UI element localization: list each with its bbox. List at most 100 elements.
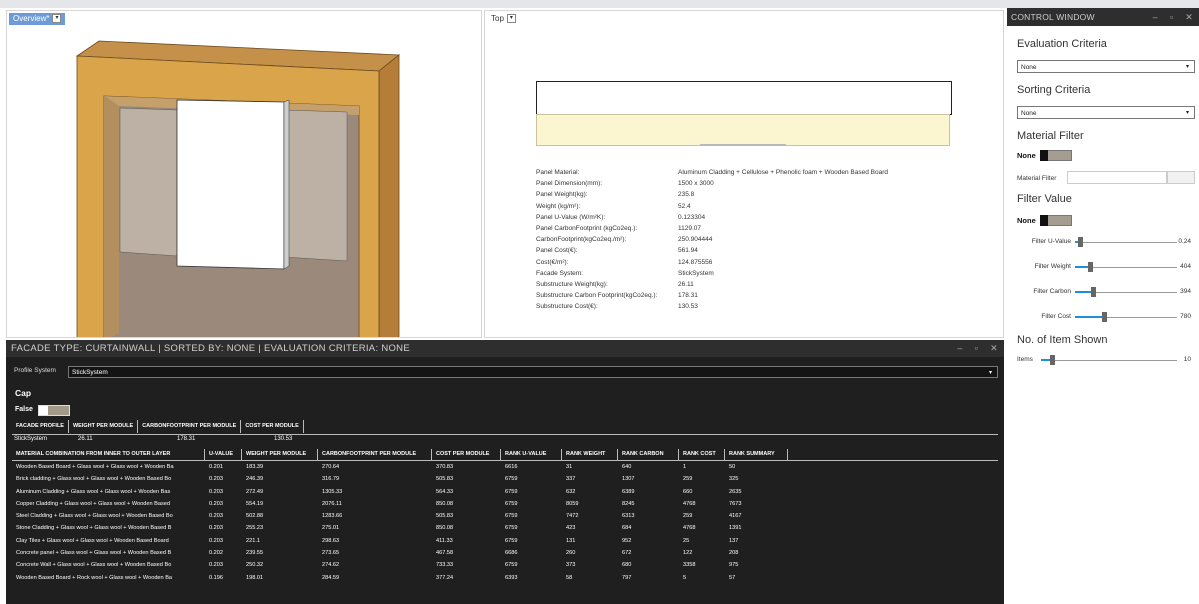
slider-thumb[interactable] [1078,237,1084,247]
sorting-criteria-label: Sorting Criteria [1017,84,1091,96]
table-cell: 31 [566,464,573,470]
table-cell: 137 [729,537,739,544]
material-filter-toggle-label: None [1017,151,1036,160]
table-cell: 6759 [505,525,518,532]
table-cell: 4768 [683,525,696,532]
divider [431,449,432,460]
property-row: Panel Material: Aluminum Cladding + Cellu… [536,169,888,176]
close-icon[interactable]: ✕ [1185,12,1193,22]
table-cell: 6686 [505,550,518,557]
column-header[interactable]: RANK WEIGHT [566,449,605,460]
top-view-insulation-layer [536,114,950,146]
table-cell: 50 [729,464,736,470]
property-row: Panel Weight(kg): 235.8 [536,191,695,199]
table-cell: 554.19 [246,500,264,507]
column-header[interactable]: RANK SUMMARY [729,449,775,460]
table-cell: 298.63 [322,537,340,544]
minimize-icon[interactable]: – [1153,12,1158,22]
table-cell: Clay Tiles + Glass wool + Glass wool + W… [16,537,169,544]
table-cell: 0.203 [209,525,223,532]
panel-properties: Panel Material: Aluminum Cladding + Cellu… [536,169,996,314]
slider-thumb[interactable] [1091,287,1097,297]
table-cell: 131 [566,537,576,544]
table-cell: 316.79 [322,476,340,483]
table-cell: 8059 [566,500,579,507]
table-cell: Brick cladding + Glass wool + Glass wool… [16,476,172,483]
top-viewport[interactable]: Top ▾ Panel Material: Aluminum Cladding + … [484,10,1004,338]
table-cell: 274.62 [322,562,340,569]
divider [12,434,998,435]
column-header[interactable]: WEIGHT PER MODULE [246,449,306,460]
filter-weight-slider[interactable]: Filter Weight 404 [1007,260,1199,274]
table-cell: 1283.66 [322,513,343,520]
table-cell: 4768 [683,500,696,507]
material-filter-input[interactable] [1067,171,1167,184]
table-cell: 255.23 [246,525,264,532]
slider-track[interactable] [1075,242,1177,243]
table-cell: 0.203 [209,488,223,495]
slider-thumb[interactable] [1101,312,1107,322]
table-cell: 58 [566,574,573,581]
profile-cell: 130.53 [274,436,293,442]
column-header[interactable]: CARBONFOOTPRINT PER MODULE [322,449,416,460]
items-shown-slider[interactable]: Items 10 [1007,353,1199,367]
column-header[interactable]: MATERIAL COMBINATION FROM INNER TO OUTER… [16,449,170,460]
control-window: CONTROL WINDOW – ▫ ✕ Evaluation Criteria N… [1007,8,1199,604]
table-cell: 411.33 [436,537,453,544]
filter-u-value-slider[interactable]: Filter U-Value 0.24 [1007,235,1199,249]
divider [241,449,242,460]
cap-toggle[interactable] [38,405,70,416]
filter-carbon-slider[interactable]: Filter Carbon 394 [1007,285,1199,299]
evaluation-criteria-select[interactable]: None ▾ [1017,60,1195,73]
table-cell: 733.33 [436,562,454,569]
filter-value-toggle[interactable] [1040,215,1072,226]
slider-thumb[interactable] [1049,355,1055,365]
table-cell: 640 [622,464,632,470]
table-cell: 952 [622,537,632,544]
divider [204,449,205,460]
column-header[interactable]: RANK U-VALUE [505,449,546,460]
filter-cost-slider[interactable]: Filter Cost 780 [1007,310,1199,324]
table-cell: 239.55 [246,550,264,557]
slider-value: 394 [1180,288,1191,295]
evaluation-criteria-value: None [1021,64,1037,71]
column-header[interactable]: COST PER MODULE [436,449,489,460]
close-icon[interactable]: ✕ [990,343,998,353]
material-filter-button[interactable] [1167,171,1195,184]
table-cell: 273.65 [322,550,340,557]
chevron-down-icon[interactable]: ▾ [506,14,516,24]
slider-label: Items [1017,356,1033,363]
slider-track[interactable] [1041,360,1177,361]
sorting-criteria-select[interactable]: None ▾ [1017,106,1195,119]
column-header[interactable]: RANK COST [683,449,716,460]
table-cell: 467.58 [436,550,454,557]
top-tab[interactable]: Top ▾ [487,13,520,25]
top-tab-label: Top [491,14,504,23]
table-cell: 6759 [505,488,518,495]
material-filter-heading: Material Filter [1017,130,1084,142]
table-cell: 7673 [729,500,742,507]
table-cell: Wooden Based Board + Glass wool + Glass … [16,464,174,470]
property-row: Substructure Carbon Footprint(kgCo2eq.):… [536,292,698,300]
minimize-icon[interactable]: – [957,343,962,353]
column-header[interactable]: RANK CARBON [622,449,664,460]
profile-system-select[interactable]: StickSystem ▾ [68,366,998,378]
divider [317,449,318,460]
table-cell: 1 [683,464,687,470]
profile-cell: 26.11 [78,436,93,442]
table-cell: 0.203 [209,513,223,520]
facade-results-panel: FACADE TYPE: CURTAINWALL | SORTED BY: NO… [6,340,1004,604]
table-cell: 0.203 [209,562,223,569]
column-header[interactable]: U-VALUE [209,449,233,460]
control-window-titlebar: CONTROL WINDOW – ▫ ✕ [1007,8,1199,26]
table-cell: 2635 [729,488,742,495]
overview-viewport[interactable]: Overview* ▾ [6,10,482,338]
table-cell: 377.24 [436,574,454,581]
profile-header-cell: FACADE PROFILE [12,420,69,433]
slider-thumb[interactable] [1088,262,1094,272]
table-cell: 505.83 [436,476,454,483]
maximize-icon[interactable]: ▫ [975,343,979,353]
chevron-down-icon: ▾ [1185,64,1189,70]
material-filter-toggle[interactable] [1040,150,1072,161]
maximize-icon[interactable]: ▫ [1170,12,1173,22]
